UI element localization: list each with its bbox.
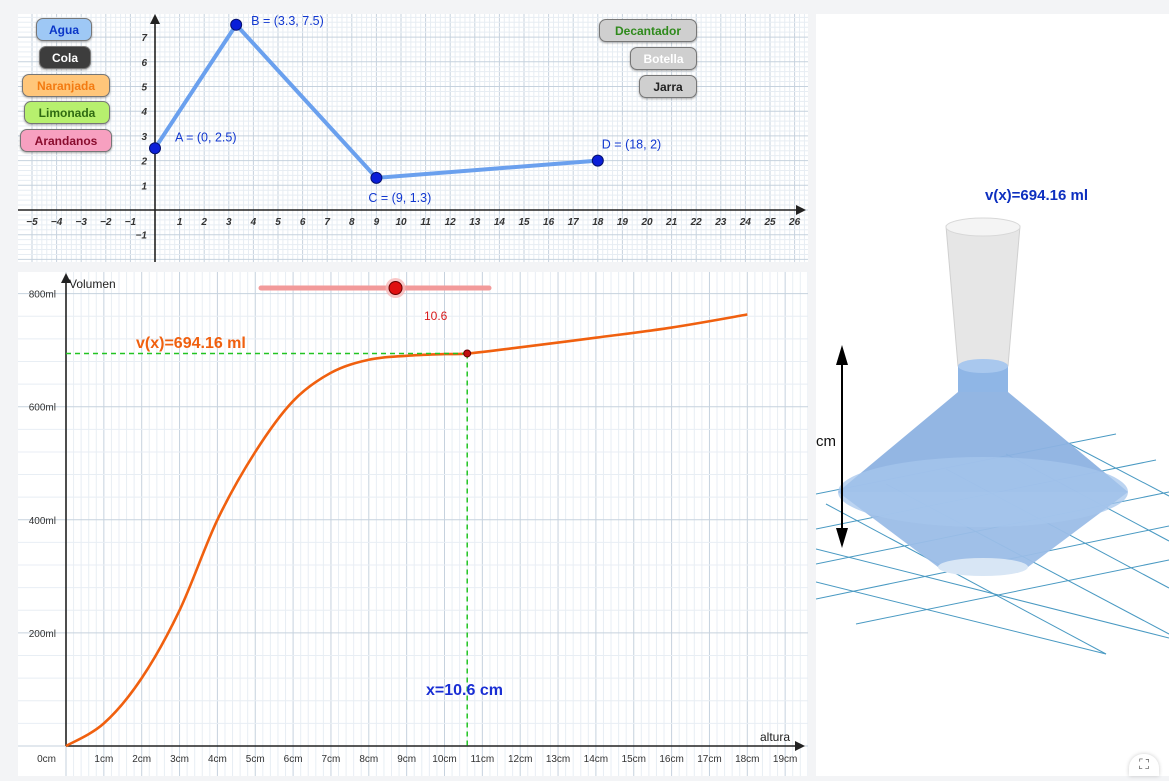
x-tick-label: 16cm xyxy=(659,754,683,765)
top-y-tick-label: 5 xyxy=(141,83,147,94)
point-C[interactable] xyxy=(370,171,383,184)
top-y-tick-label: 6 xyxy=(141,58,147,69)
x-tick-label: 9cm xyxy=(397,754,416,765)
x-tick-label: 15cm xyxy=(622,754,646,765)
top-x-tick-label: −5 xyxy=(26,217,38,228)
top-x-tick-label: 4 xyxy=(250,217,257,228)
y-tick-label: 600ml xyxy=(29,403,56,414)
height-slider-handle[interactable] xyxy=(388,281,403,295)
x-tick-label: 13cm xyxy=(546,754,570,765)
top-x-tick-label: 20 xyxy=(640,217,653,228)
top-y-tick-label: 4 xyxy=(140,107,147,118)
height-readout: x=10.6 cm xyxy=(426,682,503,699)
container-button-botella[interactable]: Botella xyxy=(630,47,697,70)
top-x-tick-label: 1 xyxy=(177,217,183,228)
point-D[interactable] xyxy=(591,154,604,167)
y-tick-label: 200ml xyxy=(29,629,56,640)
x-tick-label: 10cm xyxy=(432,754,456,765)
top-x-tick-label: 17 xyxy=(568,217,580,228)
x-tick-label: 12cm xyxy=(508,754,532,765)
y-tick-label: 800ml xyxy=(29,290,56,301)
top-x-tick-label: 10 xyxy=(395,217,407,228)
x-tick-label: 19cm xyxy=(773,754,797,765)
liquid-button-agua[interactable]: Agua xyxy=(36,18,92,41)
top-x-tick-label: −4 xyxy=(51,217,63,228)
top-x-tick-label: 8 xyxy=(349,217,355,228)
top-x-tick-label: 14 xyxy=(494,217,506,228)
top-x-tick-label: 26 xyxy=(788,217,801,228)
top-x-tick-label: 22 xyxy=(690,217,703,228)
top-x-tick-label: −2 xyxy=(100,217,112,228)
top-x-tick-label: 18 xyxy=(592,217,604,228)
x-tick-label: 6cm xyxy=(284,754,303,765)
top-graphics-view[interactable]: −5 −4 −3 −2 −1 1 2 3 4 5 6 7 8 9 10 11 12 13 14 15 16 17 18 19 2… xyxy=(18,14,808,262)
top-x-tick-label: 3 xyxy=(226,217,232,228)
geogebra-app: −5 −4 −3 −2 −1 1 2 3 4 5 6 7 8 9 10 11 12 13 14 15 16 17 18 19 2… xyxy=(0,0,1169,776)
x-tick-label: 5cm xyxy=(246,754,265,765)
container-button-decantador[interactable]: Decantador xyxy=(599,19,697,42)
top-x-tick-label: 15 xyxy=(518,217,530,228)
liquid-button-limonada[interactable]: Limonada xyxy=(24,101,110,124)
volume-readout-3d: v(x)=694.16 ml xyxy=(985,187,1088,204)
top-x-tick-label: −1 xyxy=(125,217,137,228)
x-axis-title: altura xyxy=(760,730,790,744)
fullscreen-icon[interactable]: ⛶ xyxy=(1129,754,1159,776)
top-y-tick-label: 7 xyxy=(141,33,147,44)
bottom-graphics-view[interactable]: Volumen altura 0cm 200ml 400ml 600ml 800ml 1cm 2… xyxy=(18,270,809,776)
point-label-B: B = (3.3, 7.5) xyxy=(251,14,324,28)
container-button-jarra[interactable]: Jarra xyxy=(639,75,697,98)
x-tick-label: 18cm xyxy=(735,754,759,765)
x-tick-label: 1cm xyxy=(94,754,113,765)
top-y-tick-label: −1 xyxy=(136,231,148,242)
top-x-tick-label: 16 xyxy=(543,217,555,228)
x-tick-label: 11cm xyxy=(470,754,494,765)
y-tick-label: 400ml xyxy=(29,516,56,527)
height-arrow xyxy=(836,345,848,548)
x-tick-label: 7cm xyxy=(321,754,340,765)
top-x-tick-label: 24 xyxy=(739,217,752,228)
height-dim-label: cm xyxy=(816,433,836,450)
3d-scene[interactable]: cm v(x)=694.16 ml xyxy=(815,14,1169,776)
slider-value: 10.6 xyxy=(424,309,448,323)
top-x-tick-label: 6 xyxy=(300,217,306,228)
top-y-tick-label: 2 xyxy=(140,157,147,168)
y-axis-title: Volumen xyxy=(69,277,116,291)
top-y-tick-label: 1 xyxy=(141,181,147,192)
volume-readout: v(x)=694.16 ml xyxy=(136,335,246,352)
liquid-button-cola[interactable]: Cola xyxy=(39,46,91,69)
top-x-tick-label: 11 xyxy=(420,217,431,228)
point-label-A: A = (0, 2.5) xyxy=(175,130,237,144)
top-x-tick-label: 12 xyxy=(445,217,457,228)
point-label-D: D = (18, 2) xyxy=(602,138,661,152)
top-x-tick-label: 25 xyxy=(763,217,776,228)
x-tick-label: 3cm xyxy=(170,754,189,765)
x-tick-label: 8cm xyxy=(359,754,378,765)
top-x-tick-label: 23 xyxy=(714,217,727,228)
top-x-tick-label: 21 xyxy=(665,217,678,228)
top-x-tick-label: 19 xyxy=(617,217,629,228)
x-tick-label: 14cm xyxy=(584,754,608,765)
top-x-tick-label: 5 xyxy=(275,217,281,228)
x-tick-label: 4cm xyxy=(208,754,227,765)
top-y-tick-label: 3 xyxy=(141,132,147,143)
top-x-tick-label: 13 xyxy=(469,217,481,228)
liquid-button-arandanos[interactable]: Arandanos xyxy=(20,129,112,152)
curve-point[interactable] xyxy=(463,349,472,358)
top-x-tick-label: 7 xyxy=(324,217,330,228)
x-tick-label: 2cm xyxy=(132,754,151,765)
3d-view[interactable]: cm v(x)=694.16 ml ⛶ xyxy=(815,14,1169,776)
point-label-C: C = (9, 1.3) xyxy=(368,191,431,205)
volume-graph[interactable]: Volumen altura 0cm 200ml 400ml 600ml 800ml 1cm 2… xyxy=(18,270,809,776)
point-B[interactable] xyxy=(230,18,243,31)
top-x-tick-label: −3 xyxy=(75,217,87,228)
x-tick-label: 17cm xyxy=(697,754,721,765)
decanter-shape xyxy=(838,217,1128,576)
top-x-tick-label: 9 xyxy=(374,217,380,228)
y-tick-label: 0cm xyxy=(37,754,56,765)
liquid-button-naranjada[interactable]: Naranjada xyxy=(22,74,110,97)
point-A[interactable] xyxy=(149,142,161,155)
top-x-tick-label: 2 xyxy=(200,217,207,228)
y-axis-arrow-icon xyxy=(150,14,160,24)
